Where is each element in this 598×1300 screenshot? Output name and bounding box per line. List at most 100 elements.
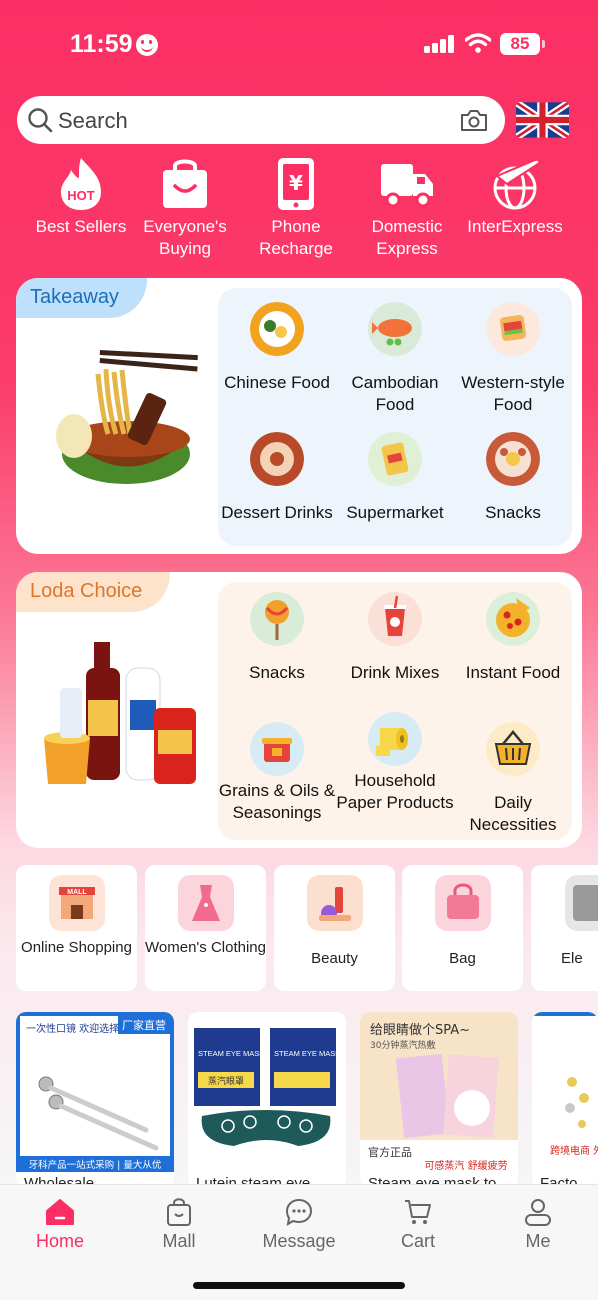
quick-nav: HOT Best Sellers Everyone's Buying ¥ Pho… bbox=[25, 156, 575, 266]
plane-globe-icon bbox=[493, 158, 541, 210]
chip-electronics[interactable]: Ele bbox=[531, 865, 598, 991]
category-label: Cambodian Food bbox=[351, 373, 439, 414]
chip-label: Women's Clothing bbox=[145, 939, 266, 956]
mall-store-icon: MALL bbox=[48, 875, 105, 931]
category-snacks[interactable]: Snacks bbox=[454, 432, 572, 524]
chip-bag[interactable]: Bag bbox=[402, 865, 523, 991]
category-label: Instant Food bbox=[465, 663, 561, 682]
product-card[interactable]: 给眼睛做个SPA~ 30分钟蒸汽热敷 官方正品 可感蒸汽 舒缓疲劳 Steam … bbox=[360, 1012, 518, 1188]
category-label: Dessert Drinks bbox=[221, 503, 333, 522]
takeaway-grid: Chinese Food Cambodian Food Western-styl… bbox=[218, 288, 572, 546]
product-sub: 30分钟蒸汽热敷 bbox=[370, 1039, 435, 1051]
category-household-paper-products[interactable]: Household Paper Products bbox=[336, 712, 454, 814]
search-icon bbox=[28, 108, 53, 133]
shopping-bag-icon bbox=[163, 159, 207, 208]
search-bar[interactable]: Search bbox=[17, 96, 505, 144]
product-badge: 跨境电商 外贸代工 bbox=[550, 1144, 598, 1157]
electronics-icon bbox=[565, 875, 598, 931]
product-banner-bottom: 可感蒸汽 舒缓疲劳 bbox=[424, 1159, 507, 1172]
category-supermarket[interactable]: Supermarket bbox=[336, 432, 454, 524]
truck-icon bbox=[381, 164, 433, 208]
quick-nav-label: Best Sellers bbox=[35, 217, 127, 236]
message-bubble-icon bbox=[285, 1198, 313, 1226]
eye-mask-image: STEAM EYE MASK STEAM EYE MASK 蒸汽眼罩 bbox=[188, 1012, 346, 1172]
status-time: 11:59 bbox=[70, 30, 133, 58]
phone-yen-icon: ¥ bbox=[278, 158, 314, 210]
person-icon bbox=[525, 1199, 551, 1226]
category-label: Snacks bbox=[249, 663, 305, 682]
rice-dish-icon bbox=[250, 302, 304, 356]
tab-label: Message bbox=[262, 1231, 336, 1251]
chip-online-shopping[interactable]: MALL Online Shopping bbox=[16, 865, 137, 991]
tab-label: Home bbox=[35, 1231, 84, 1251]
product-banner-top: 一次性口镜 欢迎选择 bbox=[26, 1022, 119, 1035]
chip-label: Bag bbox=[449, 950, 476, 967]
chip-beauty[interactable]: Beauty bbox=[274, 865, 395, 991]
product-card[interactable]: 跨境电商 外贸代工 Facto bbox=[532, 1012, 598, 1188]
takeaway-card: Takeaway Chinese Food Cambodian Food Wes… bbox=[16, 278, 582, 554]
category-chinese-food[interactable]: Chinese Food bbox=[218, 302, 336, 394]
cosmetics-icon bbox=[306, 875, 363, 931]
loda-choice-grid: Snacks Drink Mixes Instant Food Grains &… bbox=[218, 582, 572, 840]
snack-plate-icon bbox=[486, 432, 540, 486]
category-instant-food[interactable]: Instant Food bbox=[454, 592, 572, 684]
category-drink-mixes[interactable]: Drink Mixes bbox=[336, 592, 454, 684]
drink-cup-icon bbox=[368, 592, 422, 646]
quick-nav-best-sellers[interactable]: HOT Best Sellers bbox=[25, 156, 137, 238]
home-indicator bbox=[193, 1282, 405, 1289]
quick-nav-everyones-buying[interactable]: Everyone's Buying bbox=[129, 156, 241, 260]
hot-badge: HOT bbox=[67, 188, 95, 203]
tab-home[interactable]: Home bbox=[15, 1197, 105, 1252]
category-dessert-drinks[interactable]: Dessert Drinks bbox=[218, 432, 336, 524]
category-grains-oils-seasonings[interactable]: Grains & Oils & Seasonings bbox=[218, 722, 336, 824]
tab-me[interactable]: Me bbox=[493, 1197, 583, 1252]
category-western-style-food[interactable]: Western-style Food bbox=[454, 302, 572, 416]
takeaway-tag[interactable]: Takeaway bbox=[16, 278, 147, 318]
tab-mall[interactable]: Mall bbox=[134, 1197, 224, 1252]
tab-label: Cart bbox=[400, 1231, 435, 1251]
product-pack-cn: 蒸汽眼罩 bbox=[208, 1075, 244, 1087]
cart-icon bbox=[405, 1200, 431, 1224]
quick-nav-interexpress[interactable]: InterExpress bbox=[459, 156, 571, 238]
noodle-bowl-image[interactable] bbox=[38, 344, 208, 494]
camera-icon[interactable] bbox=[460, 109, 488, 132]
category-label: Household Paper Products bbox=[336, 771, 454, 812]
category-chips: MALL Online Shopping Women's Clothing Be… bbox=[16, 865, 598, 991]
product-banner-top: 给眼睛做个SPA~ bbox=[370, 1023, 470, 1038]
product-badge: 厂家直营 bbox=[122, 1018, 166, 1032]
quick-nav-phone-recharge[interactable]: ¥ Phone Recharge bbox=[240, 156, 352, 260]
category-cambodian-food[interactable]: Cambodian Food bbox=[336, 302, 454, 416]
pizza-icon bbox=[486, 592, 540, 646]
category-label: Supermarket bbox=[346, 503, 444, 522]
chip-label: Ele bbox=[561, 950, 583, 967]
svg-text:MALL: MALL bbox=[67, 889, 87, 896]
product-card[interactable]: 厂家直营 一次性口镜 欢迎选择 牙科产品一站式采购 | 量大从优 Wholesa… bbox=[16, 1012, 174, 1188]
chip-label: Online Shopping bbox=[21, 939, 132, 956]
dental-mirror-image: 厂家直营 一次性口镜 欢迎选择 牙科产品一站式采购 | 量大从优 bbox=[16, 1012, 174, 1172]
spa-eye-mask-image: 给眼睛做个SPA~ 30分钟蒸汽热敷 官方正品 可感蒸汽 舒缓疲劳 bbox=[360, 1012, 518, 1172]
product-card[interactable]: STEAM EYE MASK STEAM EYE MASK 蒸汽眼罩 Lutei… bbox=[188, 1012, 346, 1188]
category-snacks[interactable]: Snacks bbox=[218, 592, 336, 684]
tab-message[interactable]: Message bbox=[254, 1197, 344, 1252]
chip-womens-clothing[interactable]: Women's Clothing bbox=[145, 865, 266, 991]
chips-bag-icon bbox=[368, 432, 422, 486]
search-input[interactable]: Search bbox=[58, 108, 128, 134]
quick-nav-domestic-express[interactable]: Domestic Express bbox=[351, 156, 463, 260]
tab-label: Me bbox=[525, 1231, 551, 1251]
jewelry-image: 跨境电商 外贸代工 bbox=[532, 1012, 598, 1172]
handbag-icon bbox=[434, 875, 491, 931]
dress-icon bbox=[177, 875, 234, 931]
grocery-products-image[interactable] bbox=[38, 638, 208, 788]
category-label: Daily Necessities bbox=[469, 793, 557, 834]
loda-choice-card: Loda Choice Snacks Drink Mixes Instant F… bbox=[16, 572, 582, 848]
quick-nav-label: Phone Recharge bbox=[259, 217, 333, 258]
quick-nav-label: Domestic Express bbox=[371, 217, 443, 258]
category-label: Drink Mixes bbox=[350, 663, 440, 682]
category-label: Grains & Oils & Seasonings bbox=[218, 781, 336, 822]
loda-choice-tag[interactable]: Loda Choice bbox=[16, 572, 171, 612]
uk-flag-icon[interactable] bbox=[516, 102, 569, 138]
wifi-icon bbox=[465, 33, 491, 53]
status-bar: 11:59 85 bbox=[0, 0, 598, 90]
category-daily-necessities[interactable]: Daily Necessities bbox=[454, 722, 572, 836]
tab-cart[interactable]: Cart bbox=[373, 1197, 463, 1252]
